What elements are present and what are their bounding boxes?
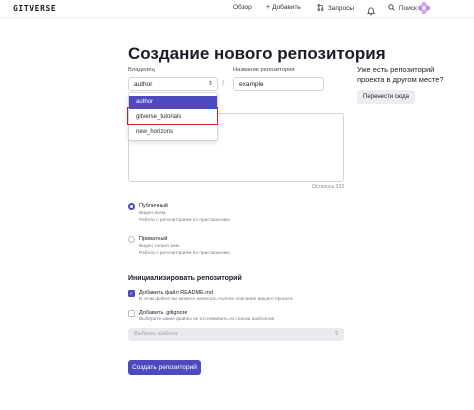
nav-requests[interactable]: Запросы [317, 4, 354, 12]
chevron-up-down-icon: ⇕ [333, 331, 339, 337]
owner-name-separator: / [222, 79, 225, 88]
page-title: Создание нового репозитория [128, 44, 386, 63]
nav-overview[interactable]: Обзор [233, 4, 252, 11]
search-button[interactable]: Поиск [388, 4, 417, 12]
init-section-title: Инициализировать репозиторий [128, 275, 242, 282]
nav-add[interactable]: + Добавить [266, 4, 301, 11]
plus-icon: + [266, 4, 271, 11]
public-title: Публичный [139, 203, 168, 209]
nav-requests-label: Запросы [327, 5, 355, 12]
private-title: Приватный [139, 236, 168, 242]
nav-add-label: Добавить [272, 4, 301, 11]
public-sub1: Виден всем. [139, 211, 167, 216]
repo-name-label: Название репозитория [233, 67, 295, 73]
create-repo-button[interactable]: Создать репозиторий [128, 360, 201, 375]
bell-icon[interactable] [366, 3, 376, 16]
private-sub2: Работа с репозиторием по приглашению. [139, 251, 232, 256]
owner-option-gitverse-tutorials[interactable]: gitverse_tutorials [129, 111, 217, 124]
readme-sub: В этом файле вы можете написать полное о… [139, 297, 293, 302]
owner-dropdown: author gitverse_tutorials new_horizons [128, 92, 218, 141]
search-label: Поиск [398, 5, 417, 12]
gitignore-checkbox[interactable] [128, 310, 135, 317]
flower-avatar-icon[interactable] [417, 1, 431, 15]
private-radio[interactable] [128, 236, 135, 243]
owner-label: Владелец [128, 67, 155, 73]
private-sub1: Виден только вам. [139, 244, 181, 249]
chevron-up-down-icon: ⇕ [207, 81, 213, 87]
readme-title: Добавить файл README.md [139, 290, 213, 296]
search-icon [388, 4, 399, 12]
public-sub2: Работа с репозиторием по приглашению. [139, 218, 232, 223]
import-question: Уже есть репозиторий проекта в другом ме… [357, 65, 444, 84]
owner-option-author[interactable]: author [129, 96, 217, 109]
description-counter: Осталось 333 [312, 184, 344, 190]
gitverse-logo[interactable]: GITVERSE [13, 4, 56, 13]
top-bar: GITVERSE Обзор + Добавить Запросы Поиск [0, 0, 474, 18]
public-radio[interactable] [128, 203, 135, 210]
owner-select-value: author [134, 81, 153, 88]
owner-option-new-horizons[interactable]: new_horizons [129, 126, 217, 139]
template-placeholder: Выбрать шаблон [134, 331, 178, 337]
import-button[interactable]: Перенести сюда [357, 90, 415, 104]
pull-request-icon [317, 4, 328, 12]
repo-name-input[interactable] [233, 77, 324, 91]
gitignore-title: Добавить .gitignore [139, 310, 188, 316]
gitignore-template-select[interactable]: Выбрать шаблон ⇕ [128, 328, 344, 341]
owner-select[interactable]: author ⇕ [128, 77, 218, 91]
readme-checkbox[interactable]: ✓ [128, 290, 135, 297]
nav-overview-label: Обзор [233, 4, 252, 11]
gitignore-sub: Выберите какие файлы не отслеживать из с… [139, 317, 275, 322]
